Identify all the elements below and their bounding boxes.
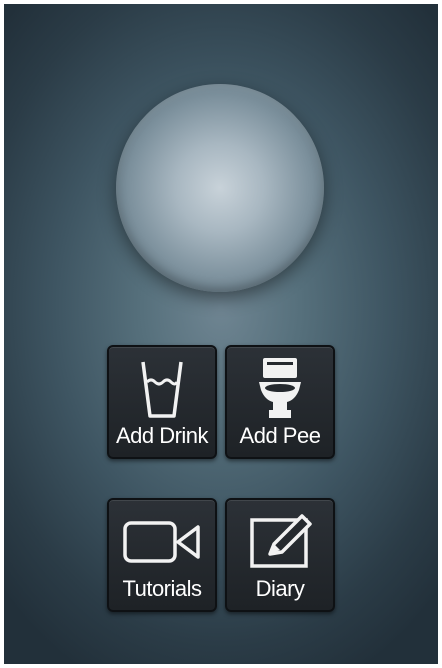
add-pee-button[interactable]: Add Pee	[225, 345, 335, 459]
video-camera-icon	[109, 510, 215, 574]
toilet-icon	[227, 357, 333, 421]
tutorials-button[interactable]: Tutorials	[107, 498, 217, 612]
diary-label: Diary	[255, 576, 305, 601]
glass-icon	[109, 357, 215, 421]
add-pee-label: Add Pee	[239, 423, 321, 448]
diary-button[interactable]: Diary	[225, 498, 335, 612]
tutorials-label: Tutorials	[122, 576, 202, 601]
bladder-indicator-orb	[116, 84, 324, 292]
pencil-edit-icon	[227, 510, 333, 574]
home-screen: Add Drink Add Pee Tutorials Diary	[4, 4, 438, 664]
add-drink-label: Add Drink	[115, 423, 209, 448]
add-drink-button[interactable]: Add Drink	[107, 345, 217, 459]
